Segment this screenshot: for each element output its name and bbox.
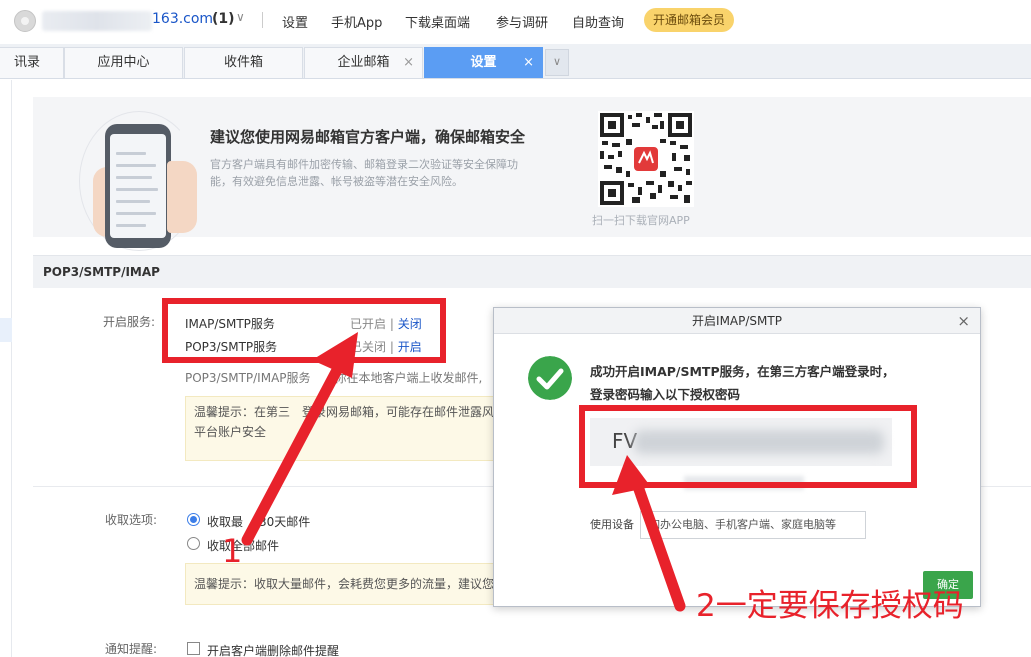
annotation-label-1: 1: [222, 532, 243, 570]
annotation-arrows: [241, 332, 686, 612]
annotation-label-2: 2一定要保存授权码: [696, 588, 964, 624]
